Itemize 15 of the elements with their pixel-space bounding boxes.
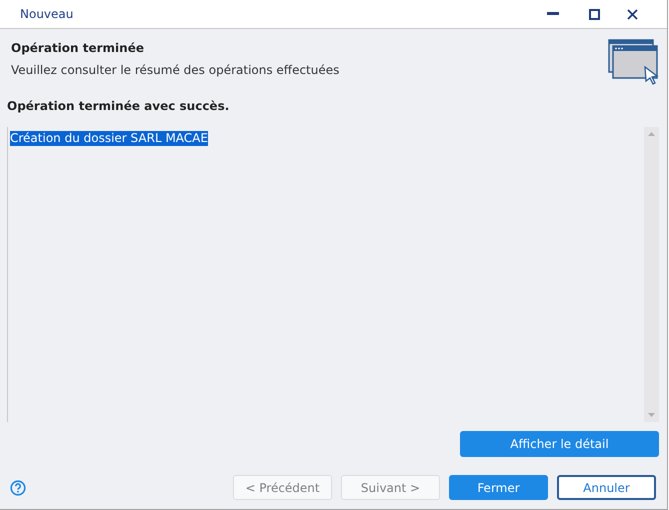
scrollbar[interactable]	[644, 127, 659, 422]
scroll-down-icon[interactable]	[648, 413, 655, 417]
wizard-button[interactable]: Annuler	[557, 475, 656, 500]
window-cursor-icon	[607, 39, 659, 85]
scroll-up-icon[interactable]	[648, 132, 655, 136]
header-subtitle: Veuillez consulter le résumé des opérations effectuées	[11, 62, 340, 79]
minimize-icon[interactable]	[547, 12, 559, 16]
header-title: Opération terminée	[11, 40, 145, 57]
window-title: Nouveau	[20, 6, 74, 23]
maximize-icon[interactable]	[589, 8, 600, 20]
close-icon[interactable]	[627, 8, 638, 20]
help-icon[interactable]	[10, 480, 26, 496]
wizard-button[interactable]: Fermer	[449, 475, 548, 500]
show-detail-button[interactable]: Afficher le détail	[460, 431, 659, 457]
status-message: Opération terminée avec succès.	[6, 98, 230, 115]
